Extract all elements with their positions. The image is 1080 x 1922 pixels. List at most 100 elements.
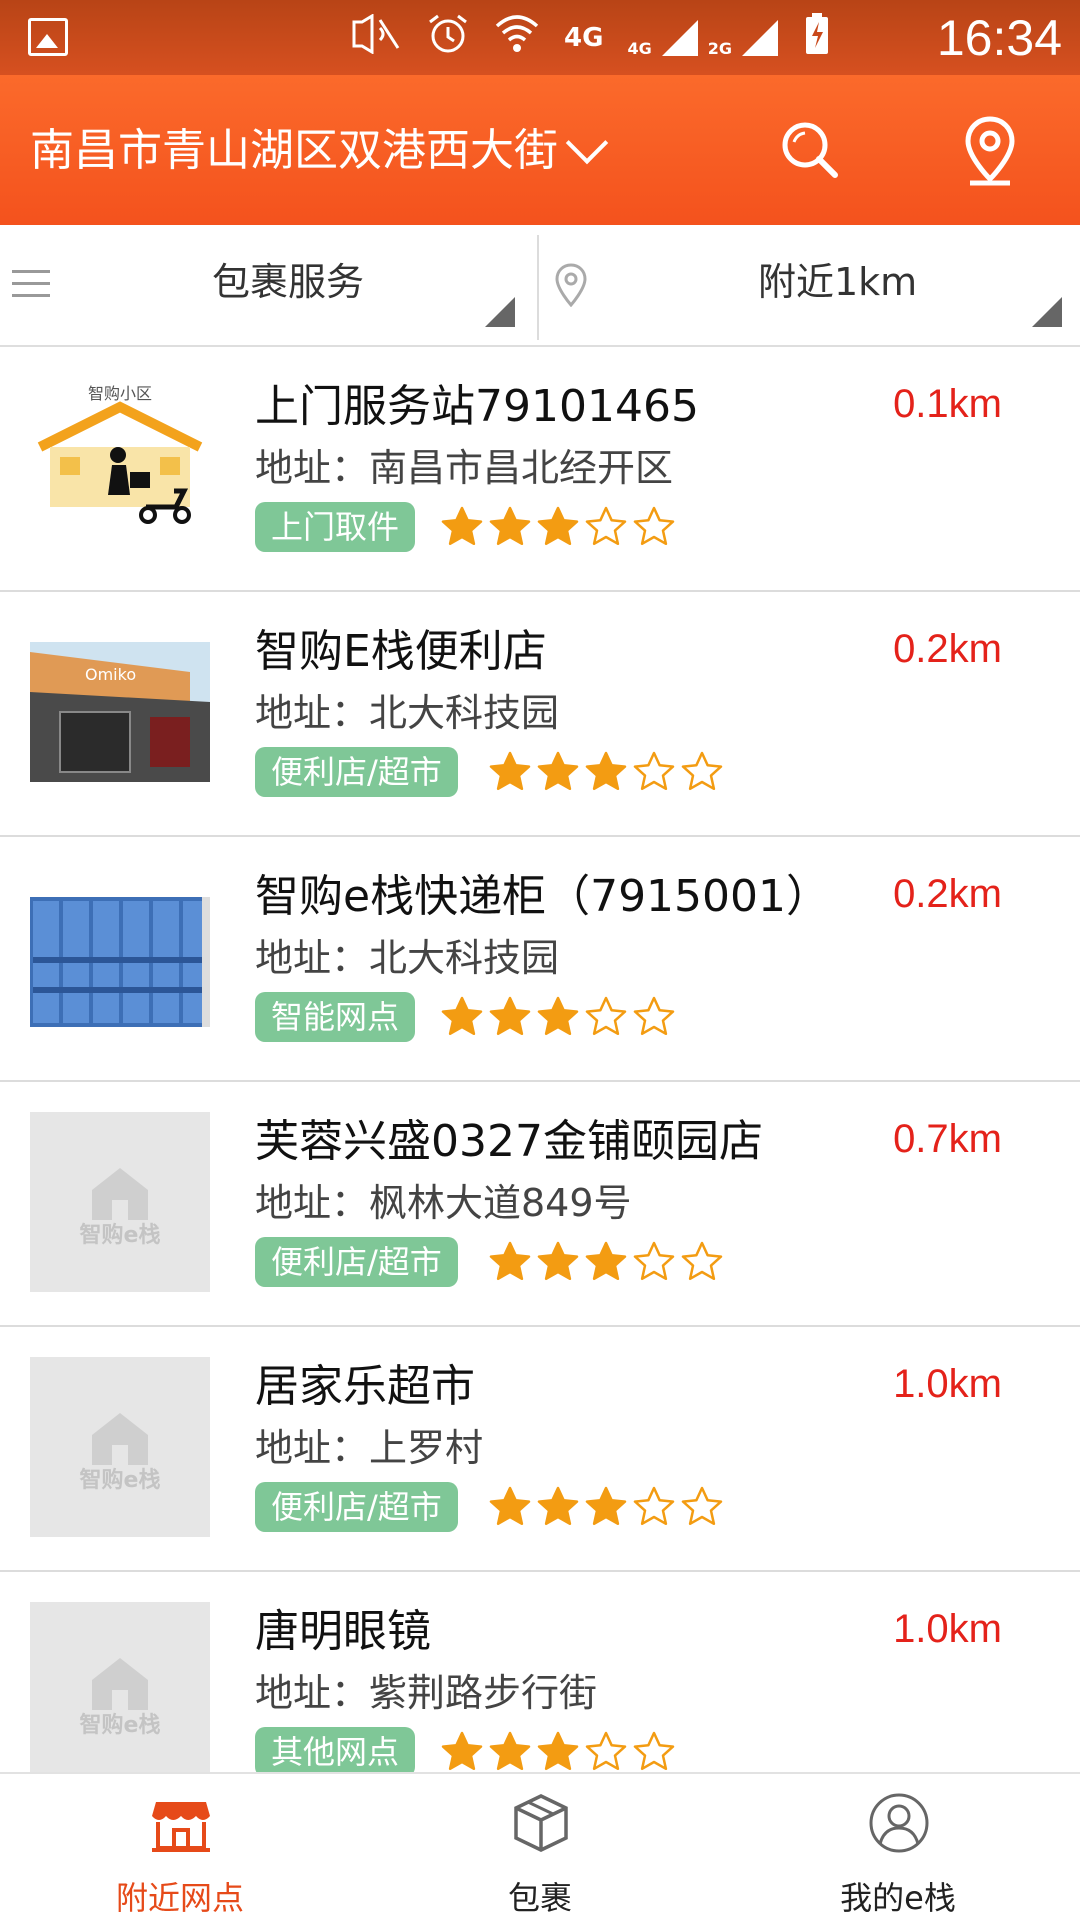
title-bar: 南昌市青山湖区双港西大街 bbox=[0, 75, 1080, 225]
location-pin-icon bbox=[555, 263, 587, 307]
network-2g-small: 2G bbox=[707, 38, 732, 58]
star-empty-icon bbox=[681, 1241, 723, 1281]
station-distance: 0.7km bbox=[893, 1117, 1002, 1161]
mute-icon bbox=[350, 12, 402, 62]
star-filled-icon bbox=[585, 751, 627, 791]
status-time: 16:34 bbox=[936, 10, 1062, 66]
station-type-badge: 便利店/超市 bbox=[255, 1482, 458, 1532]
shop-icon bbox=[152, 1802, 210, 1852]
star-empty-icon bbox=[585, 506, 627, 546]
star-empty-icon bbox=[681, 1486, 723, 1526]
service-filter-label: 包裹服务 bbox=[212, 260, 365, 304]
star-filled-icon bbox=[537, 1486, 579, 1526]
alarm-icon bbox=[426, 12, 470, 64]
station-type-badge: 智能网点 bbox=[255, 992, 416, 1042]
star-rating bbox=[440, 505, 676, 549]
dropdown-triangle-icon bbox=[485, 297, 515, 327]
search-icon[interactable] bbox=[780, 120, 840, 180]
tab-my-estation[interactable]: 我的e栈 bbox=[798, 1774, 998, 1922]
star-rating bbox=[440, 995, 676, 1039]
map-pin-icon[interactable] bbox=[960, 115, 1020, 187]
placeholder-logo: 智购e栈 bbox=[30, 1112, 210, 1292]
bottom-tab-bar: 附近网点 包裹 我的e栈 bbox=[0, 1772, 1080, 1922]
wifi-icon bbox=[494, 12, 540, 64]
user-icon bbox=[869, 1793, 929, 1853]
station-distance: 1.0km bbox=[893, 1362, 1002, 1406]
star-filled-icon bbox=[489, 506, 531, 546]
star-filled-icon bbox=[441, 996, 483, 1036]
station-name: 唐明眼镜 bbox=[255, 1606, 431, 1657]
thumb-caption: 智购e栈 bbox=[80, 1467, 161, 1493]
star-filled-icon bbox=[537, 1731, 579, 1771]
star-filled-icon bbox=[489, 1731, 531, 1771]
thumb-caption: 智购e栈 bbox=[80, 1712, 161, 1738]
distance-filter-dropdown[interactable]: 附近1km bbox=[540, 225, 1080, 345]
star-filled-icon bbox=[441, 1731, 483, 1771]
menu-icon bbox=[12, 270, 50, 306]
delivery-house-image: 智购小区 bbox=[37, 384, 203, 524]
station-type-badge: 便利店/超市 bbox=[255, 747, 458, 797]
tab-label: 包裹 bbox=[507, 1879, 572, 1917]
thumb-caption: 智购小区 bbox=[88, 384, 152, 403]
station-distance: 0.2km bbox=[893, 627, 1002, 671]
star-rating bbox=[488, 1485, 724, 1529]
distance-filter-label: 附近1km bbox=[758, 260, 918, 304]
star-filled-icon bbox=[537, 751, 579, 791]
package-icon bbox=[514, 1794, 568, 1852]
station-type-badge: 其他网点 bbox=[255, 1727, 416, 1772]
location-text: 南昌市青山湖区双港西大街 bbox=[30, 125, 558, 176]
list-item[interactable]: 智购e栈 唐明眼镜 1.0km 地址：紫荆路步行街 其他网点 bbox=[0, 1572, 1080, 1772]
list-item[interactable]: 智购e栈快递柜（7915001） 0.2km 地址：北大科技园 智能网点 bbox=[0, 837, 1080, 1082]
locker-image bbox=[30, 897, 210, 1027]
station-address: 地址：上罗村 bbox=[255, 1426, 484, 1470]
station-distance: 0.1km bbox=[893, 382, 1002, 426]
star-empty-icon bbox=[633, 751, 675, 791]
star-empty-icon bbox=[633, 1486, 675, 1526]
station-type-badge: 便利店/超市 bbox=[255, 1237, 458, 1287]
list-item[interactable]: 智购e栈 居家乐超市 1.0km 地址：上罗村 便利店/超市 bbox=[0, 1327, 1080, 1572]
star-empty-icon bbox=[633, 1731, 675, 1771]
station-name: 智购e栈快递柜（7915001） bbox=[255, 871, 831, 922]
star-empty-icon bbox=[681, 751, 723, 791]
tab-label: 我的e栈 bbox=[840, 1879, 956, 1917]
star-filled-icon bbox=[489, 1486, 531, 1526]
star-empty-icon bbox=[633, 1241, 675, 1281]
star-filled-icon bbox=[489, 1241, 531, 1281]
placeholder-logo: 智购e栈 bbox=[30, 1602, 210, 1772]
star-filled-icon bbox=[537, 506, 579, 546]
status-bar: 4G 4G 2G 16:34 bbox=[0, 0, 1080, 75]
tab-packages[interactable]: 包裹 bbox=[440, 1774, 640, 1922]
station-distance: 0.2km bbox=[893, 872, 1002, 916]
network-4g-label: 4G bbox=[564, 22, 604, 53]
tab-nearby[interactable]: 附近网点 bbox=[80, 1774, 280, 1922]
station-name: 智购E栈便利店 bbox=[255, 626, 547, 677]
station-list[interactable]: 智购小区 上门服务站79101465 0.1km 地址：南昌市昌北经开区 上门取… bbox=[0, 347, 1080, 1772]
station-type-badge: 上门取件 bbox=[255, 502, 416, 552]
list-item[interactable]: Omiko 智购E栈便利店 0.2km 地址：北大科技园 便利店/超市 bbox=[0, 592, 1080, 837]
star-empty-icon bbox=[585, 1731, 627, 1771]
station-name: 上门服务站79101465 bbox=[255, 381, 699, 432]
filter-bar: 包裹服务 附近1km bbox=[0, 225, 1080, 347]
station-address: 地址：南昌市昌北经开区 bbox=[255, 446, 674, 490]
star-filled-icon bbox=[489, 996, 531, 1036]
list-item[interactable]: 智购e栈 芙蓉兴盛0327金铺颐园店 0.7km 地址：枫林大道849号 便利店… bbox=[0, 1082, 1080, 1327]
star-filled-icon bbox=[537, 996, 579, 1036]
placeholder-logo: 智购e栈 bbox=[30, 1357, 210, 1537]
station-address: 地址：北大科技园 bbox=[255, 936, 560, 980]
signal-icon: 4G 2G bbox=[627, 18, 780, 58]
star-empty-icon bbox=[633, 996, 675, 1036]
list-item[interactable]: 智购小区 上门服务站79101465 0.1km 地址：南昌市昌北经开区 上门取… bbox=[0, 347, 1080, 592]
location-selector[interactable]: 南昌市青山湖区双港西大街 bbox=[30, 121, 609, 178]
chevron-down-icon bbox=[565, 121, 609, 164]
star-filled-icon bbox=[489, 751, 531, 791]
thumb-caption: 智购e栈 bbox=[80, 1222, 161, 1248]
network-4g-small: 4G bbox=[627, 38, 652, 58]
station-address: 地址：紫荆路步行街 bbox=[255, 1671, 598, 1715]
battery-charging-icon bbox=[804, 12, 830, 64]
station-name: 芙蓉兴盛0327金铺颐园店 bbox=[255, 1116, 763, 1167]
service-filter-dropdown[interactable]: 包裹服务 bbox=[0, 225, 538, 345]
star-filled-icon bbox=[585, 1486, 627, 1526]
star-filled-icon bbox=[441, 506, 483, 546]
station-name: 居家乐超市 bbox=[255, 1361, 475, 1412]
tab-label: 附近网点 bbox=[115, 1879, 244, 1917]
